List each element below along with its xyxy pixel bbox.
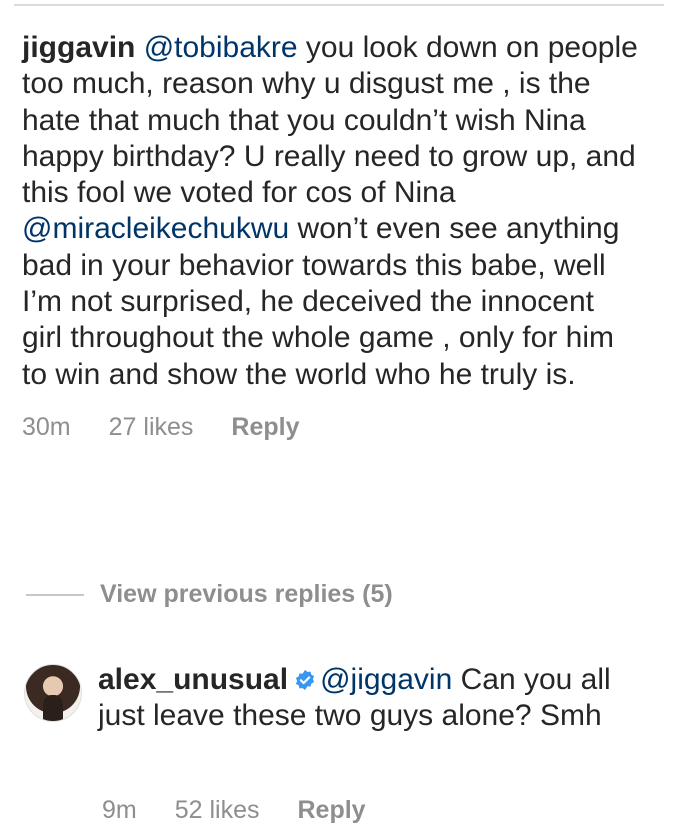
view-previous-replies-label: View previous replies (5) xyxy=(100,580,393,608)
avatar[interactable] xyxy=(24,664,82,722)
reply-text: alex_unusual @jiggavin Can you all just l… xyxy=(98,662,658,735)
reply-timestamp: 9m xyxy=(102,796,137,824)
comment-meta: 30m 27 likes Reply xyxy=(22,413,642,442)
reply-content: alex_unusual @jiggavin Can you all just l… xyxy=(98,662,658,735)
comment-mention-miracleikechukwu[interactable]: @miracleikechukwu xyxy=(22,212,289,245)
reply-likes[interactable]: 52 likes xyxy=(175,796,260,825)
comment-text: jiggavin @tobibakre you look down on peo… xyxy=(22,30,642,393)
comment-username[interactable]: jiggavin xyxy=(22,31,135,64)
top-divider xyxy=(14,4,664,6)
verified-badge-icon xyxy=(296,669,315,691)
comment-timestamp: 30m xyxy=(22,412,71,441)
reply-reply-button[interactable]: Reply xyxy=(298,796,366,825)
reply-mention-jiggavin[interactable]: @jiggavin xyxy=(320,663,452,696)
reply-username[interactable]: alex_unusual xyxy=(98,663,288,696)
reply-meta: 9m 52 likes Reply xyxy=(102,796,404,825)
comment: jiggavin @tobibakre you look down on peo… xyxy=(22,30,642,442)
comment-likes[interactable]: 27 likes xyxy=(109,413,194,442)
comment-mention-tobibakre[interactable]: @tobibakre xyxy=(144,31,298,64)
view-previous-line xyxy=(26,593,84,596)
reply: alex_unusual @jiggavin Can you all just l… xyxy=(24,662,664,735)
comment-reply-button[interactable]: Reply xyxy=(231,413,299,442)
view-previous-replies-button[interactable]: View previous replies (5) xyxy=(26,580,393,609)
